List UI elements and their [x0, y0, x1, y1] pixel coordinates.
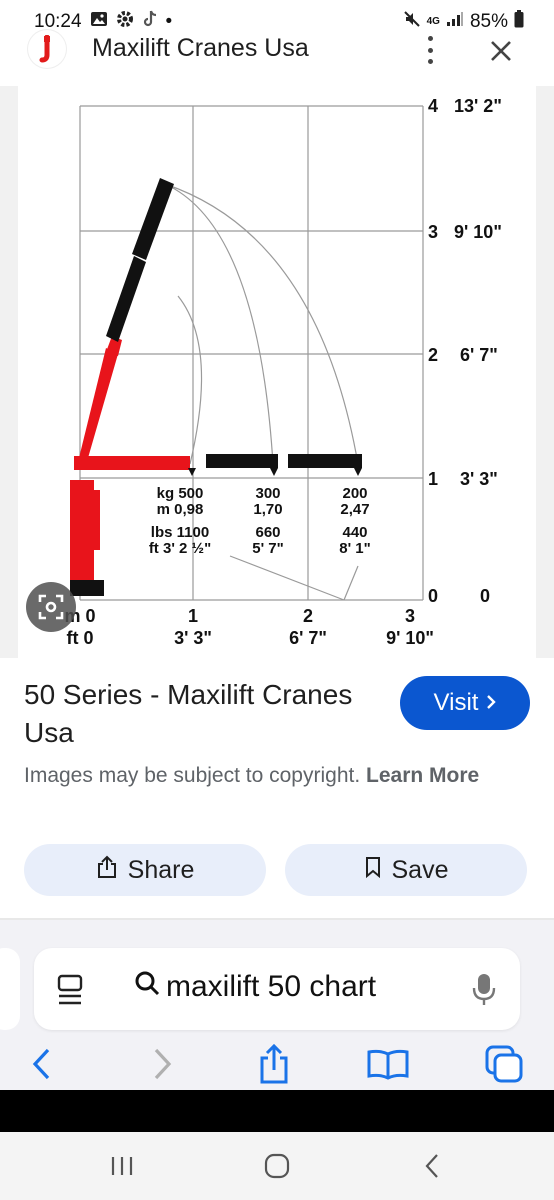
right-axis-ft-label: 6' 7" — [460, 345, 498, 365]
learn-more-link[interactable]: Learn More — [366, 764, 479, 787]
right-axis-m-label: 0 — [428, 586, 438, 606]
visit-button[interactable]: Visit — [400, 676, 530, 730]
crane-diagram: 4 13' 2" 3 9' 10" 2 6' 7" 1 3' 3" 0 0 m … — [64, 96, 502, 648]
share-label: Share — [127, 855, 195, 884]
recents-icon[interactable] — [102, 1148, 142, 1184]
crane-chart-image[interactable]: 4 13' 2" 3 9' 10" 2 6' 7" 1 3' 3" 0 0 m … — [18, 86, 536, 658]
load-kg: 300 — [255, 485, 280, 502]
site-logo-icon — [28, 30, 66, 68]
load-radius-m: m 0,98 — [157, 501, 204, 518]
right-axis-ft-label: 0 — [480, 586, 490, 606]
load-radius-ft: 5' 7" — [252, 540, 284, 557]
forward-icon[interactable] — [140, 1042, 184, 1086]
right-axis-m-label: 1 — [428, 469, 438, 489]
back-nav-icon[interactable] — [412, 1148, 452, 1184]
bottom-axis-ft-label: ft 0 — [67, 628, 94, 648]
bookmarks-icon[interactable] — [366, 1042, 410, 1086]
tabs-icon[interactable] — [482, 1042, 526, 1086]
bottom-axis-ft-label: 3' 3" — [174, 628, 212, 648]
previous-tab-card[interactable] — [0, 948, 20, 1030]
load-lbs: 660 — [255, 524, 280, 541]
share-icon[interactable] — [252, 1042, 296, 1086]
copyright-notice: Images may be subject to copyright. Lear… — [24, 760, 524, 791]
bottom-axis-ft-label: 9' 10" — [386, 628, 434, 648]
site-title: Maxilift Cranes Usa — [92, 34, 309, 62]
share-button[interactable]: Share — [24, 844, 266, 896]
right-axis-m-label: 3 — [428, 222, 438, 242]
close-icon[interactable] — [484, 34, 518, 68]
lens-search-icon[interactable] — [26, 582, 76, 632]
black-strip — [0, 1090, 554, 1132]
chevron-right-icon — [486, 689, 497, 717]
more-vert-icon[interactable] — [420, 32, 440, 68]
share-icon — [96, 855, 118, 886]
browser-nav-row — [0, 1038, 554, 1090]
right-axis-m-label: 4 — [428, 96, 438, 116]
search-icon — [134, 970, 160, 1004]
image-preview-area: 4 13' 2" 3 9' 10" 2 6' 7" 1 3' 3" 0 0 m … — [0, 86, 554, 658]
bookmark-icon — [364, 856, 382, 885]
bottom-axis-m-label: 2 — [303, 606, 313, 626]
visit-label: Visit — [433, 689, 479, 716]
load-radius-ft: ft 3' 2 ½" — [149, 540, 211, 557]
bottom-axis-m-label: 3 — [405, 606, 415, 626]
right-axis-ft-label: 3' 3" — [460, 469, 498, 489]
back-icon[interactable] — [20, 1042, 64, 1086]
bottom-axis-ft-label: 6' 7" — [289, 628, 327, 648]
right-axis-ft-label: 13' 2" — [454, 96, 502, 116]
load-lbs: lbs 1100 — [151, 524, 209, 541]
load-kg: kg 500 — [157, 485, 204, 502]
home-icon[interactable] — [257, 1148, 297, 1184]
copyright-text: Images may be subject to copyright. — [24, 764, 361, 787]
load-radius-ft: 8' 1" — [339, 540, 371, 557]
load-kg: 200 — [342, 485, 367, 502]
bottom-axis-m-label: 1 — [188, 606, 198, 626]
address-text: maxilift 50 chart — [134, 970, 376, 1004]
address-bar[interactable]: maxilift 50 chart — [34, 948, 520, 1030]
load-lbs: 440 — [342, 524, 367, 541]
load-radius-m: 2,47 — [340, 501, 369, 518]
save-label: Save — [391, 855, 449, 884]
mic-icon[interactable] — [470, 972, 498, 1008]
load-radius-m: 1,70 — [253, 501, 282, 518]
result-title[interactable]: 50 Series - Maxilift Cranes Usa — [24, 676, 374, 752]
android-nav-bar — [0, 1132, 554, 1200]
right-axis-m-label: 2 — [428, 345, 438, 365]
right-axis-ft-label: 9' 10" — [454, 222, 502, 242]
search-query: maxilift 50 chart — [166, 970, 377, 1003]
reader-icon[interactable] — [56, 974, 84, 1006]
image-viewer-header: Maxilift Cranes Usa — [0, 20, 554, 80]
save-button[interactable]: Save — [285, 844, 527, 896]
